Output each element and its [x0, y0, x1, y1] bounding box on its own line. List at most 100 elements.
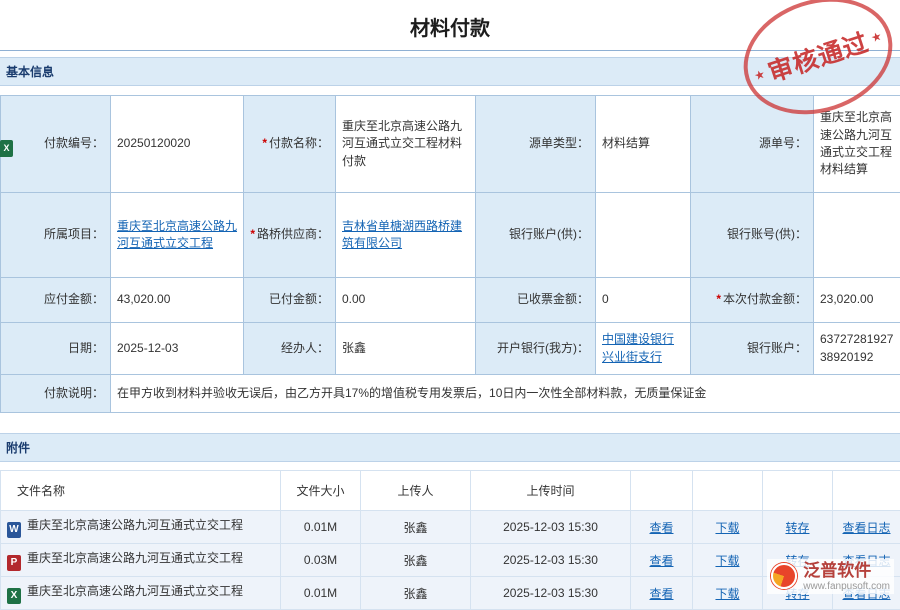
actions-header — [693, 471, 763, 511]
field-label: 付款编号： — [44, 136, 104, 150]
download-link[interactable]: 下载 — [715, 554, 739, 568]
view-log-cell: 查看日志 — [833, 511, 900, 544]
fanpu-logo-icon — [771, 563, 797, 589]
attachments-header-row: 文件名称 文件大小 上传人 上传时间 — [1, 471, 900, 511]
table-row: P 重庆至北京高速公路九河互通式立交工程 0.03M 张鑫 2025-12-03 … — [1, 544, 900, 577]
bank-no-sup-value — [814, 193, 900, 278]
upload-time-header: 上传时间 — [471, 471, 631, 511]
file-name-cell: W 重庆至北京高速公路九河互通式立交工程 — [1, 511, 281, 544]
source-type-value: 材料结算 — [596, 96, 691, 193]
payment-no-label: 付款编号： — [1, 96, 111, 193]
current-payment-value: 23,020.00 — [814, 278, 900, 323]
brand-url: www.fanpusoft.com — [803, 581, 890, 593]
table-row: 所属项目： 重庆至北京高速公路九河互通式立交工程 *路桥供应商： 吉林省单榶湖西… — [1, 193, 900, 278]
view-cell: 查看 — [631, 544, 693, 577]
attachments-table: 文件名称 文件大小 上传人 上传时间 W 重庆至北京高速公路九河互通式立交工程 0… — [0, 470, 900, 610]
table-row: 付款编号： 20250120020 *付款名称： 重庆至北京高速公路九河互通式立… — [1, 96, 900, 193]
bank-account-sup-label: 银行账户(供)： — [476, 193, 596, 278]
file-name-cell: X 重庆至北京高速公路九河互通式立交工程 — [1, 577, 281, 610]
brand-watermark: 泛普软件 www.fanpusoft.com — [767, 559, 894, 594]
file-name: 重庆至北京高速公路九河互通式立交工程 — [27, 518, 243, 532]
uploader: 张鑫 — [361, 577, 471, 610]
section-attachments: 附件 — [0, 433, 900, 462]
field-label: 路桥供应商： — [257, 227, 329, 241]
view-link[interactable]: 查看 — [649, 587, 673, 601]
payment-no-value: 20250120020 — [111, 96, 244, 193]
current-payment-label: *本次付款金额： — [691, 278, 814, 323]
source-no-value: 重庆至北京高速公路九河互通式立交工程材料结算 — [814, 96, 900, 193]
file-size: 0.01M — [281, 577, 361, 610]
upload-time: 2025-12-03 15:30 — [471, 577, 631, 610]
file-size: 0.03M — [281, 544, 361, 577]
download-link[interactable]: 下载 — [715, 587, 739, 601]
file-size-header: 文件大小 — [281, 471, 361, 511]
download-cell: 下载 — [693, 577, 763, 610]
required-asterisk: * — [250, 227, 255, 241]
title-divider — [0, 50, 900, 51]
field-label: 经办人： — [281, 341, 329, 355]
field-label: 已付金额： — [269, 292, 329, 306]
payment-name-label: *付款名称： — [244, 96, 336, 193]
table-row: W重庆至北京高速公路九河互通式立交工程 0.01M 张鑫 2025-12-03 … — [1, 511, 900, 544]
excel-file-icon: X — [7, 588, 21, 604]
view-cell: 查看 — [631, 511, 693, 544]
required-asterisk: * — [716, 292, 721, 306]
field-label: 付款说明： — [44, 386, 104, 400]
our-bank-link[interactable]: 中国建设银行兴业街支行 — [602, 332, 674, 363]
field-label: 应付金额： — [44, 292, 104, 306]
upload-time: 2025-12-03 15:30 — [471, 544, 631, 577]
download-link[interactable]: 下载 — [715, 521, 739, 535]
project-value: 重庆至北京高速公路九河互通式立交工程 — [111, 193, 244, 278]
bank-account-sup-value — [596, 193, 691, 278]
file-name: 重庆至北京高速公路九河互通式立交工程 — [27, 551, 243, 565]
paid-label: 已付金额： — [244, 278, 336, 323]
excel-file-icon: X — [0, 140, 13, 157]
bank-account-value: 6372728192738920192 — [814, 323, 900, 375]
table-row: X 重庆至北京高速公路九河互通式立交工程 0.01M 张鑫 2025-12-03 … — [1, 577, 900, 610]
view-link[interactable]: 查看 — [649, 554, 673, 568]
field-label: 银行账户： — [747, 341, 807, 355]
download-cell: 下载 — [693, 544, 763, 577]
project-link[interactable]: 重庆至北京高速公路九河互通式立交工程 — [117, 219, 237, 250]
project-label: 所属项目： — [1, 193, 111, 278]
uploader: 张鑫 — [361, 511, 471, 544]
uploader: 张鑫 — [361, 544, 471, 577]
bank-no-sup-label: 银行账号(供)： — [691, 193, 814, 278]
bank-account-label: 银行账户： — [691, 323, 814, 375]
invoiced-value: 0 — [596, 278, 691, 323]
actions-header — [833, 471, 900, 511]
download-cell: 下载 — [693, 511, 763, 544]
supplier-value: 吉林省单榶湖西路桥建筑有限公司 — [336, 193, 476, 278]
view-log-link[interactable]: 查看日志 — [842, 521, 890, 535]
payment-name-value: 重庆至北京高速公路九河互通式立交工程材料付款 — [336, 96, 476, 193]
field-label: 源单号： — [759, 136, 807, 150]
view-cell: 查看 — [631, 577, 693, 610]
handler-value: 张鑫 — [336, 323, 476, 375]
section-basic-info: 基本信息 — [0, 57, 900, 86]
word-file-icon: W — [7, 522, 21, 538]
save-as-link[interactable]: 转存 — [785, 521, 809, 535]
supplier-link[interactable]: 吉林省单榶湖西路桥建筑有限公司 — [342, 219, 462, 250]
source-type-label: 源单类型： — [476, 96, 596, 193]
basic-info-table: 付款编号： 20250120020 *付款名称： 重庆至北京高速公路九河互通式立… — [0, 95, 900, 413]
field-label: 已收票金额： — [517, 292, 589, 306]
field-label: 付款名称： — [269, 136, 329, 150]
payable-label: 应付金额： — [1, 278, 111, 323]
paid-value: 0.00 — [336, 278, 476, 323]
date-label: 日期： — [1, 323, 111, 375]
payment-note-label: 付款说明： — [1, 375, 111, 413]
handler-label: 经办人： — [244, 323, 336, 375]
field-label: 本次付款金额： — [723, 292, 807, 306]
table-row: 付款说明： 在甲方收到材料并验收无误后，由乙方开具17%的增值税专用发票后，10… — [1, 375, 900, 413]
field-label: 所属项目： — [44, 227, 104, 241]
view-link[interactable]: 查看 — [649, 521, 673, 535]
source-no-label: 源单号： — [691, 96, 814, 193]
field-label: 源单类型： — [529, 136, 589, 150]
supplier-label: *路桥供应商： — [244, 193, 336, 278]
file-name: 重庆至北京高速公路九河互通式立交工程 — [27, 584, 243, 598]
our-bank-label: 开户银行(我方)： — [476, 323, 596, 375]
our-bank-value: 中国建设银行兴业街支行 — [596, 323, 691, 375]
pdf-file-icon: P — [7, 555, 21, 571]
brand-name: 泛普软件 — [803, 561, 890, 581]
uploader-header: 上传人 — [361, 471, 471, 511]
